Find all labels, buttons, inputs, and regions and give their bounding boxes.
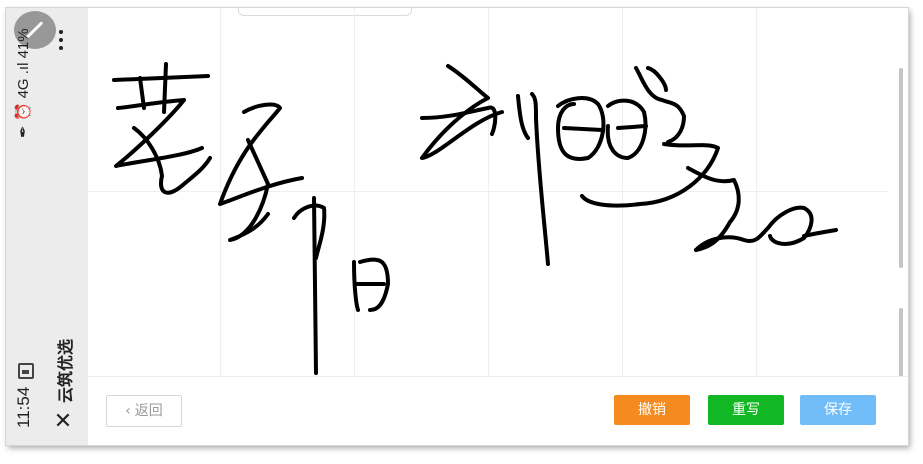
- app-window: ✒ ⏰ 4G .ıl 41% 11:54 云筑优选 ✕ ‹ 返回 撤销 重写 保…: [6, 8, 908, 445]
- signature-ink: [112, 62, 838, 375]
- undo-button[interactable]: 撤销: [614, 395, 690, 425]
- save-button[interactable]: 保存: [800, 395, 876, 425]
- back-button[interactable]: ‹ 返回: [106, 395, 182, 427]
- more-menu-icon[interactable]: [59, 30, 63, 54]
- close-icon[interactable]: ✕: [52, 411, 74, 433]
- scroll-thumb[interactable]: [899, 188, 903, 268]
- status-indicators: ✒ ⏰ 4G .ıl 41%: [15, 28, 32, 138]
- gallery-icon: [18, 363, 34, 379]
- redo-button[interactable]: 重写: [708, 395, 784, 425]
- rotated-status-bar: ✒ ⏰ 4G .ıl 41% 11:54 云筑优选 ✕: [6, 8, 88, 445]
- back-label: 返回: [134, 403, 163, 419]
- screenshot-frame: ✒ ⏰ 4G .ıl 41% 11:54 云筑优选 ✕ ‹ 返回 撤销 重写 保…: [0, 0, 923, 464]
- scroll-thumb[interactable]: [899, 68, 903, 208]
- app-title: 云筑优选: [56, 338, 75, 403]
- signature-canvas[interactable]: [88, 8, 908, 376]
- chevron-left-icon: ‹: [125, 403, 131, 419]
- scrollbar[interactable]: [893, 8, 908, 388]
- bottom-toolbar: ‹ 返回 撤销 重写 保存: [88, 376, 908, 445]
- status-time: 11:54: [14, 386, 33, 428]
